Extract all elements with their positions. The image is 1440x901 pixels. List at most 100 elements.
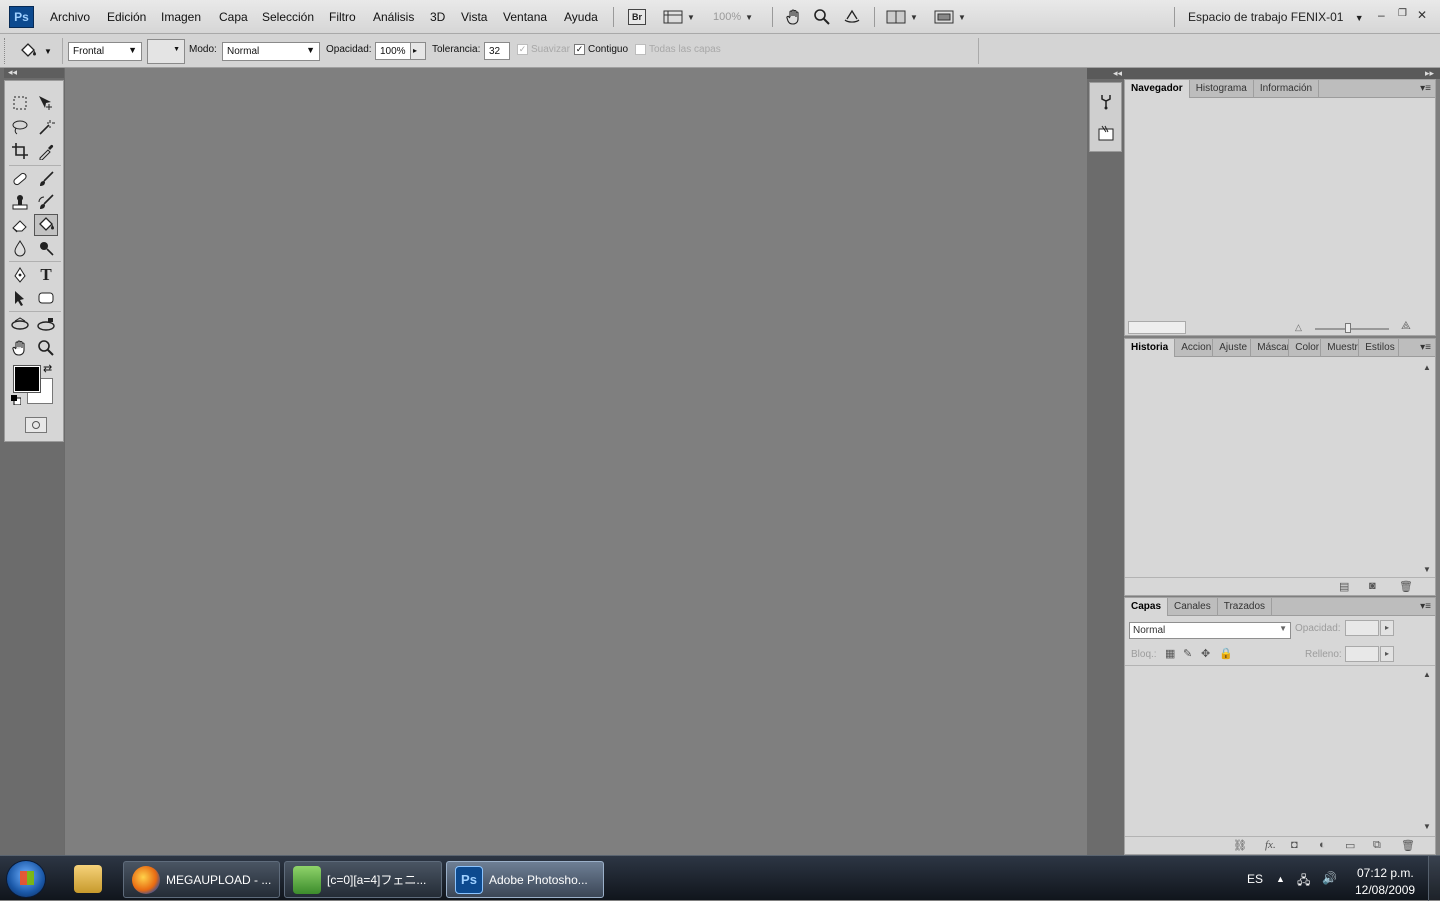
fill-source-select[interactable]: Frontal ▼	[68, 42, 142, 61]
eyedropper-tool[interactable]	[34, 140, 58, 162]
lock-transparent-icon[interactable]: ▦	[1165, 647, 1175, 660]
show-hidden-icons[interactable]: ▲	[1276, 874, 1285, 884]
clone-stamp-tool[interactable]	[8, 191, 32, 213]
taskbar-button-photoshop[interactable]: Ps Adobe Photosho...	[446, 861, 604, 898]
clone-source-panel-button[interactable]	[1096, 91, 1116, 111]
toolbox-collapse-bar[interactable]: ◂◂	[4, 68, 64, 78]
3d-rotate-tool[interactable]	[8, 314, 32, 336]
tool-preset-picker[interactable]: ▼	[18, 40, 58, 62]
foreground-color-swatch[interactable]	[13, 365, 41, 393]
tab-canales[interactable]: Canales	[1168, 598, 1218, 616]
type-tool[interactable]: T	[34, 264, 58, 286]
volume-icon[interactable]: 🔊	[1322, 871, 1337, 885]
scroll-down-icon[interactable]: ▼	[1423, 822, 1433, 831]
explorer-taskbar-button[interactable]	[66, 861, 112, 898]
menu-archivo[interactable]: Archivo	[50, 10, 90, 24]
restore-button[interactable]: ❐	[1398, 8, 1407, 19]
zoom-in-icon[interactable]: ⟁	[1401, 320, 1411, 333]
menu-vista[interactable]: Vista	[461, 10, 487, 24]
taskbar-button-messenger[interactable]: [c=0][a=4]フェニ...	[284, 861, 442, 898]
lock-all-icon[interactable]: 🔒	[1219, 647, 1233, 660]
expand-dock-icon[interactable]: ▸▸	[1425, 68, 1434, 78]
tab-histograma[interactable]: Histograma	[1190, 80, 1254, 98]
start-button[interactable]	[6, 860, 46, 898]
all-layers-checkbox[interactable]	[635, 44, 646, 55]
tab-informacion[interactable]: Información	[1254, 80, 1320, 98]
menu-seleccion[interactable]: Selección	[262, 10, 314, 24]
opacity-input[interactable]: 100%	[375, 42, 411, 60]
hand-tool[interactable]	[8, 337, 32, 359]
layer-fill-slider-button[interactable]: ▸	[1380, 646, 1394, 662]
opacity-slider-button[interactable]: ▸	[410, 42, 426, 60]
default-colors-icon[interactable]	[11, 395, 21, 405]
path-selection-tool[interactable]	[8, 287, 32, 309]
view-extras-button[interactable]: ▼	[663, 7, 695, 27]
brush-tool[interactable]	[34, 168, 58, 190]
tolerance-input[interactable]: 32	[484, 42, 510, 60]
layer-opacity-slider-button[interactable]: ▸	[1380, 620, 1394, 636]
navigator-zoom-slider[interactable]	[1315, 328, 1389, 330]
panel-dock-header[interactable]: ◂◂ ▸▸	[1087, 68, 1440, 79]
lock-pixels-icon[interactable]: ✎	[1183, 647, 1192, 660]
layer-style-icon[interactable]: fx.	[1265, 839, 1276, 851]
panel-menu-icon[interactable]: ▾≡	[1420, 601, 1431, 612]
blur-tool[interactable]	[8, 237, 32, 259]
scroll-up-icon[interactable]: ▲	[1423, 670, 1433, 679]
lock-position-icon[interactable]: ✥	[1201, 647, 1210, 660]
antialias-checkbox[interactable]: ✓	[517, 44, 528, 55]
lasso-tool[interactable]	[8, 116, 32, 138]
move-tool[interactable]	[34, 92, 58, 114]
magic-wand-tool[interactable]	[34, 116, 58, 138]
brushes-panel-button[interactable]	[1096, 123, 1116, 143]
navigator-zoom-field[interactable]	[1128, 321, 1186, 334]
swap-colors-icon[interactable]: ⇄	[43, 362, 52, 375]
menu-ayuda[interactable]: Ayuda	[564, 10, 598, 24]
tab-trazados[interactable]: Trazados	[1218, 598, 1273, 616]
tab-historia[interactable]: Historia	[1125, 339, 1176, 357]
menu-ventana[interactable]: Ventana	[503, 10, 547, 24]
adjustment-layer-icon[interactable]: ◐	[1319, 839, 1326, 851]
menu-filtro[interactable]: Filtro	[329, 10, 356, 24]
crop-tool[interactable]	[8, 140, 32, 162]
menu-capa[interactable]: Capa	[219, 10, 248, 24]
dodge-tool[interactable]	[34, 237, 58, 259]
scroll-up-icon[interactable]: ▲	[1423, 363, 1433, 372]
quick-mask-button[interactable]	[25, 417, 47, 433]
tab-navegador[interactable]: Navegador	[1125, 80, 1190, 98]
clock-date[interactable]: 12/08/2009	[1355, 883, 1415, 897]
tab-acciones[interactable]: Accion	[1175, 339, 1214, 357]
menu-imagen[interactable]: Imagen	[161, 10, 201, 24]
eraser-tool[interactable]	[8, 214, 32, 236]
tab-estilos[interactable]: Estilos	[1359, 339, 1400, 357]
zoom-level-field[interactable]: 100% ▼	[713, 7, 753, 27]
new-group-icon[interactable]: ▭	[1345, 839, 1355, 852]
network-icon[interactable]: 🖧	[1297, 871, 1310, 892]
taskbar-button-firefox[interactable]: MEGAUPLOAD - ...	[123, 861, 280, 898]
show-desktop-button[interactable]	[1428, 856, 1440, 901]
paint-bucket-tool[interactable]	[34, 214, 58, 236]
menu-analisis[interactable]: Análisis	[373, 10, 414, 24]
panel-menu-icon[interactable]: ▾≡	[1420, 342, 1431, 353]
workspace-switcher[interactable]: Espacio de trabajo FENIX-01 ▼	[1188, 10, 1364, 24]
hand-tool-button[interactable]	[785, 7, 803, 27]
new-document-from-state-icon[interactable]: ▤	[1339, 580, 1349, 593]
blend-mode-select[interactable]: Normal ▼	[222, 42, 320, 61]
arrange-documents-button[interactable]: ▼	[886, 7, 918, 27]
clock-time[interactable]: 07:12 p.m.	[1357, 866, 1414, 880]
history-list[interactable]	[1125, 358, 1421, 578]
tab-muestras[interactable]: Muestr	[1321, 339, 1360, 357]
menu-edicion[interactable]: Edición	[107, 10, 146, 24]
3d-orbit-tool[interactable]	[34, 314, 58, 336]
screen-mode-button[interactable]: ▼	[934, 7, 966, 27]
healing-brush-tool[interactable]	[8, 168, 32, 190]
pen-tool[interactable]	[8, 264, 32, 286]
trash-icon[interactable]: 🗑	[1399, 580, 1413, 593]
shape-tool[interactable]	[34, 287, 58, 309]
scroll-down-icon[interactable]: ▼	[1423, 565, 1433, 574]
marquee-tool[interactable]	[8, 92, 32, 114]
contiguous-checkbox[interactable]: ✓	[574, 44, 585, 55]
trash-icon[interactable]: 🗑	[1401, 839, 1415, 852]
layer-opacity-input[interactable]	[1345, 620, 1379, 636]
close-button[interactable]: ✕	[1417, 8, 1427, 22]
layer-blend-mode-select[interactable]: Normal ▼	[1129, 622, 1291, 639]
